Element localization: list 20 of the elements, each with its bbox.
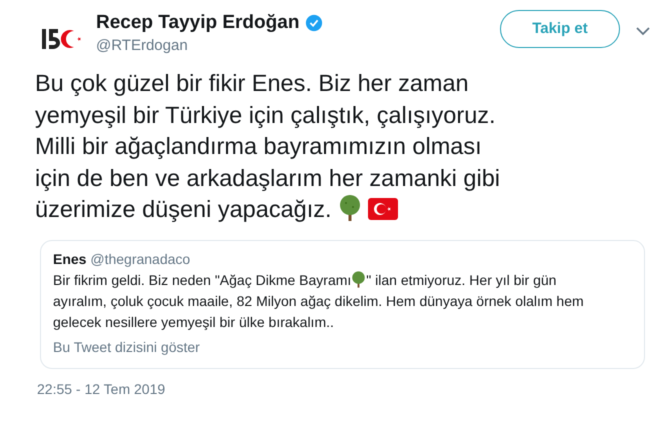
- tweet-text-line: Bu çok güzel bir fikir Enes. Biz her zaman: [35, 70, 469, 96]
- quote-text: gelecek nesillere yemyeşil bir ülke bırakalım..: [53, 314, 334, 330]
- follow-button[interactable]: Takip et: [500, 10, 620, 48]
- turkish-flag-icon: [368, 198, 398, 220]
- tweet-text-line: yemyeşil bir Türkiye için çalıştık, çalışıyoruz.: [35, 102, 496, 128]
- tree-icon: [338, 195, 362, 221]
- tweet-text-line: için de ben ve arkadaşlarım her zamanki gibi: [35, 164, 500, 190]
- tree-icon: [351, 270, 366, 288]
- quote-text: " ilan etmiyoruz. Her yıl bir gün: [366, 272, 556, 288]
- tweet-text-line: Milli bir ağaçlandırma bayramımızın olması: [35, 133, 482, 159]
- chevron-down-icon[interactable]: [636, 26, 650, 36]
- quote-author-handle[interactable]: @thegranadaco: [90, 250, 190, 266]
- quote-author-name[interactable]: Enes: [53, 250, 86, 266]
- timestamp[interactable]: 22:55 - 12 Tem 2019: [0, 378, 670, 400]
- author-handle[interactable]: @RTErdogan: [96, 36, 500, 56]
- quote-text: ayıralım, çoluk çocuk maaile, 82 Milyon ağaç dikelim. Hem dünyaya örnek olalım hem: [53, 292, 584, 308]
- author-name[interactable]: Recep Tayyip Erdoğan: [96, 10, 300, 36]
- thread-link[interactable]: Bu Tweet dizisini göster: [53, 336, 200, 358]
- tweet-text-line: üzerimize düşeni yapacağız.: [35, 196, 332, 222]
- quote-text: Bir fikrim geldi. Biz neden "Ağaç Dikme Bayramı: [53, 272, 352, 288]
